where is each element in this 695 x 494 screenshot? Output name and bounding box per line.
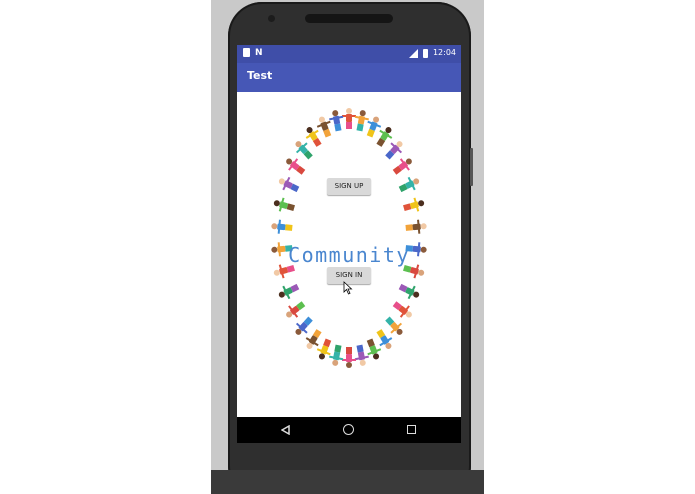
earpiece-speaker (305, 14, 393, 23)
app-title: Test (247, 69, 273, 82)
paper-doll-figure (329, 344, 344, 366)
paper-doll-figure (273, 197, 295, 212)
paper-doll-figure (354, 110, 369, 132)
signal-icon (408, 48, 418, 58)
community-logo-text: Community (288, 243, 410, 267)
right-white-margin (484, 0, 695, 494)
navigation-bar (237, 417, 461, 443)
battery-icon (422, 48, 428, 58)
power-button[interactable] (470, 148, 473, 186)
paper-doll-figure (286, 301, 306, 318)
people-ring-illustration (271, 108, 427, 368)
paper-doll-figure (271, 219, 293, 234)
app-bar: Test (237, 63, 461, 92)
status-bar: N 12:04 (237, 45, 461, 63)
paper-doll-figure (385, 316, 403, 335)
paper-doll-figure (405, 219, 427, 234)
front-camera (268, 15, 275, 22)
paper-doll-figure (286, 158, 306, 175)
paper-doll-figure (278, 283, 300, 300)
sd-card-icon (243, 48, 250, 57)
status-clock: 12:04 (432, 48, 456, 57)
phone-screen: N 12:04 Test Community SIGN UP SIGN IN (237, 45, 461, 443)
paper-doll-figure (342, 108, 356, 129)
paper-doll-figure (295, 316, 313, 335)
phone-bottom-edge (211, 470, 484, 494)
paper-doll-figure (392, 301, 412, 318)
main-content: Community SIGN UP SIGN IN (237, 92, 461, 417)
paper-doll-figure (392, 158, 412, 175)
recents-icon[interactable] (407, 425, 416, 434)
paper-doll-figure (329, 110, 344, 132)
back-icon[interactable] (281, 425, 290, 435)
paper-doll-figure (398, 176, 420, 193)
sign-up-button[interactable]: SIGN UP (327, 178, 371, 195)
paper-doll-figure (295, 141, 313, 160)
paper-doll-figure (354, 344, 369, 366)
mouse-cursor-icon (343, 281, 353, 295)
n-icon: N (255, 48, 263, 58)
home-icon[interactable] (343, 424, 354, 435)
paper-doll-figure (398, 283, 420, 300)
paper-doll-figure (403, 197, 425, 212)
paper-doll-figure (278, 176, 300, 193)
paper-doll-figure (342, 347, 356, 368)
paper-doll-figure (385, 141, 403, 160)
